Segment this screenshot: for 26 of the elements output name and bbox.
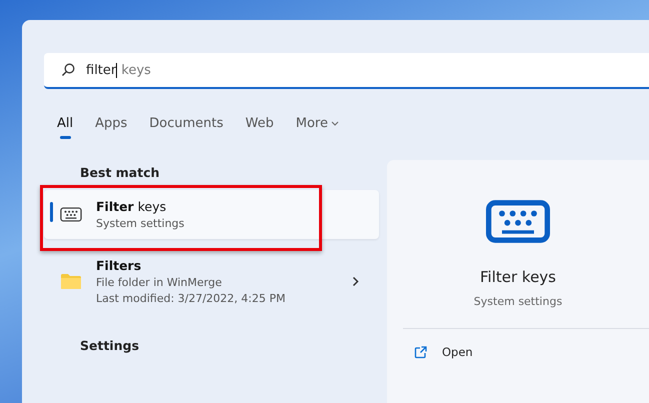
filter-tab[interactable]: Web: [245, 116, 274, 139]
filter-tab[interactable]: All: [57, 116, 74, 139]
keyboard-icon: [60, 207, 82, 222]
chevron-down-icon: [331, 121, 339, 126]
result-title: Filter keys: [96, 199, 168, 214]
open-button[interactable]: Open: [414, 345, 473, 359]
filter-tab[interactable]: Apps: [95, 116, 128, 139]
preview-subtitle: System settings: [474, 295, 562, 308]
chevron-right-icon[interactable]: [352, 276, 359, 287]
open-external-icon: [414, 346, 427, 358]
selection-indicator: [50, 202, 53, 222]
section-heading: Settings: [80, 338, 140, 353]
keyboard-icon: [486, 200, 550, 243]
section-heading: Best match: [80, 165, 161, 180]
folder-icon: [60, 273, 82, 290]
filter-tab[interactable]: Documents: [149, 116, 224, 139]
search-result[interactable]: Filters File folder in WinMerge Last modified: 3/27/2022, 4:25 PM: [44, 249, 379, 314]
preview-title: Filter keys: [480, 268, 556, 286]
search-result[interactable]: Filter keys System settings: [44, 190, 379, 239]
search-icon: [61, 63, 75, 77]
filter-tab[interactable]: More: [296, 116, 339, 139]
result-title: Filters: [96, 258, 142, 273]
search-suggestion: keys: [120, 62, 151, 78]
result-detail: Last modified: 3/27/2022, 4:25 PM: [96, 292, 286, 305]
result-detail: System settings: [96, 217, 186, 230]
result-detail: File folder in WinMerge: [96, 276, 223, 289]
